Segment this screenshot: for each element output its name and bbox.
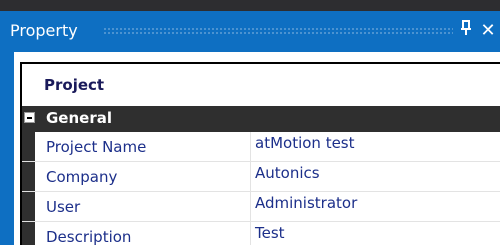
column-divider[interactable] xyxy=(250,162,251,191)
property-window: Property ✕ Project General Project Name xyxy=(0,0,500,245)
property-row-user[interactable]: User Administrator xyxy=(22,192,500,222)
category-general[interactable]: General xyxy=(22,106,500,132)
pin-icon[interactable] xyxy=(456,19,476,43)
property-row-project-name[interactable]: Project Name atMotion test xyxy=(22,132,500,162)
row-margin xyxy=(22,132,35,161)
property-value[interactable]: Autonics xyxy=(255,164,320,182)
column-divider[interactable] xyxy=(250,222,251,245)
selected-object-name: Project xyxy=(44,76,105,94)
close-icon[interactable]: ✕ xyxy=(478,19,498,43)
property-name: Project Name xyxy=(46,138,147,156)
column-divider[interactable] xyxy=(250,132,251,161)
top-strip xyxy=(0,0,500,11)
row-margin xyxy=(22,192,35,221)
collapse-icon[interactable] xyxy=(24,112,35,123)
row-margin xyxy=(22,162,35,191)
titlebar: Property ✕ xyxy=(0,11,500,52)
drag-grip[interactable] xyxy=(103,27,453,36)
property-grid-frame: Project General Project Name atMotion te… xyxy=(20,62,500,245)
property-panel: Project General Project Name atMotion te… xyxy=(14,52,500,245)
row-margin xyxy=(22,222,35,245)
panel-left-edge xyxy=(0,52,14,245)
column-divider[interactable] xyxy=(250,192,251,221)
property-row-company[interactable]: Company Autonics xyxy=(22,162,500,192)
property-value[interactable]: atMotion test xyxy=(255,134,355,152)
property-name: User xyxy=(46,198,81,216)
property-name: Description xyxy=(46,228,132,245)
property-value[interactable]: Administrator xyxy=(255,194,357,212)
property-name: Company xyxy=(46,168,118,186)
category-label: General xyxy=(46,109,112,127)
property-value[interactable]: Test xyxy=(255,224,285,242)
property-list: Project Name atMotion test Company Auton… xyxy=(22,132,500,245)
property-row-description[interactable]: Description Test xyxy=(22,222,500,245)
pin-icon-svg xyxy=(461,20,471,35)
window-title: Property xyxy=(10,21,78,40)
